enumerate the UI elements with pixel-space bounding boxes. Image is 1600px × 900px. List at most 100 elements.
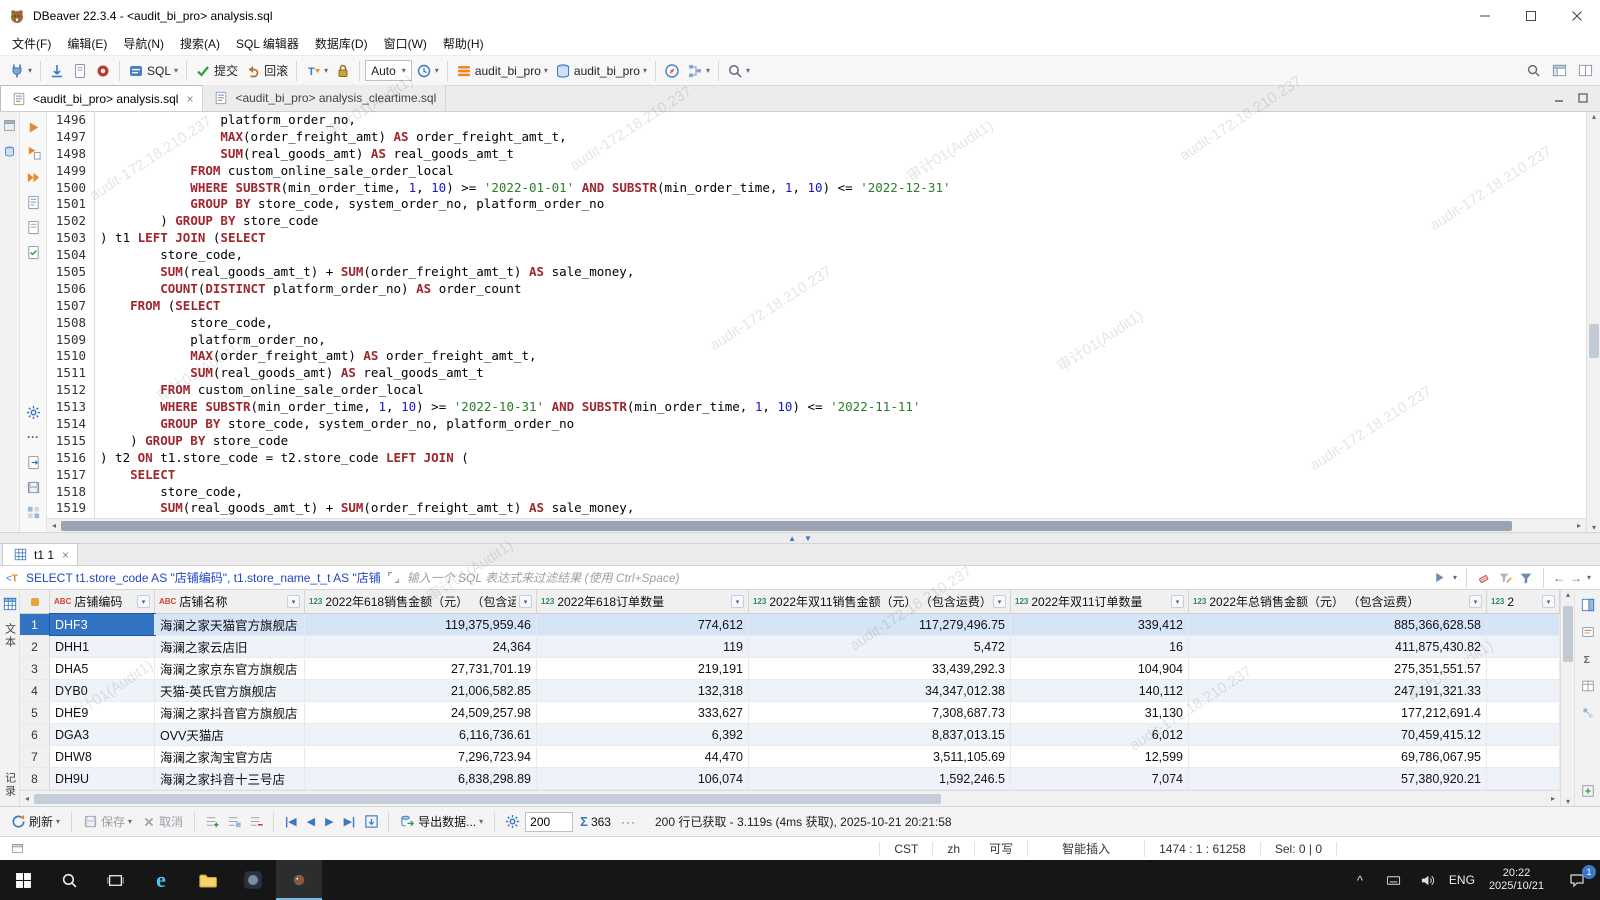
add-panel-icon[interactable] xyxy=(1579,782,1597,800)
editor-settings-button[interactable] xyxy=(24,403,42,421)
last-row-button[interactable]: ▶| xyxy=(341,815,359,828)
grid-cell[interactable]: 70,459,415.12 xyxy=(1189,724,1487,745)
grid-cell[interactable]: 411,875,430.82 xyxy=(1189,636,1487,657)
grid-cell[interactable]: 海澜之家淘宝官方店 xyxy=(155,746,305,767)
row-number[interactable]: 7 xyxy=(20,746,50,767)
grid-cell[interactable]: 24,364 xyxy=(305,636,537,657)
scroll-right-icon[interactable]: ▸ xyxy=(1572,521,1586,530)
filter-history-forward-button[interactable]: → xyxy=(1570,571,1582,585)
grid-cell[interactable]: 海澜之家抖音十三号店 xyxy=(155,768,305,789)
calc-panel-icon[interactable]: Σ xyxy=(1579,650,1597,668)
grid-cell[interactable]: OVV天猫店 xyxy=(155,724,305,745)
menu-search[interactable]: 搜索(A) xyxy=(172,32,228,55)
column-filter-button[interactable]: ▾ xyxy=(287,595,300,608)
code-line[interactable]: FROM custom_online_sale_order_local xyxy=(100,382,1586,399)
grouping-panel-icon[interactable] xyxy=(1579,704,1597,722)
row-number[interactable]: 4 xyxy=(20,680,50,701)
scroll-right-icon[interactable]: ▸ xyxy=(1546,794,1560,803)
grid-cell[interactable]: 24,509,257.98 xyxy=(305,702,537,723)
column-filter-button[interactable]: ▾ xyxy=(993,595,1006,608)
code-line[interactable]: MAX(order_freight_amt) AS order_freight_… xyxy=(100,129,1586,146)
row-number[interactable]: 5 xyxy=(20,702,50,723)
code-line[interactable]: platform_order_no, xyxy=(100,112,1586,129)
commit-button[interactable]: 提交 xyxy=(192,60,241,81)
grid-cell[interactable]: 117,279,496.75 xyxy=(749,614,1011,635)
column-filter-button[interactable]: ▾ xyxy=(1171,595,1184,608)
code-line[interactable]: store_code, xyxy=(100,315,1586,332)
menu-database[interactable]: 数据库(D) xyxy=(307,32,376,55)
grid-cell[interactable]: 1,592,246.5 xyxy=(749,768,1011,789)
grid-cell[interactable]: 44,470 xyxy=(537,746,749,767)
status-insert-mode[interactable]: 智能插入 xyxy=(1028,840,1145,857)
grid-cell[interactable]: 31,130 xyxy=(1011,702,1189,723)
result-settings-button[interactable] xyxy=(503,813,521,831)
code-line[interactable]: FROM (SELECT xyxy=(100,298,1586,315)
grid-cell[interactable]: 7,296,723.94 xyxy=(305,746,537,767)
input-language-button[interactable]: ENG xyxy=(1445,860,1479,900)
filter-query-text[interactable]: SELECT t1.store_code AS "店铺编码", t1.store… xyxy=(26,569,381,586)
script-log-button[interactable] xyxy=(24,218,42,236)
editor-layout-icon[interactable] xyxy=(1576,62,1594,80)
rollback-button[interactable]: 回滚 xyxy=(242,60,291,81)
column-filter-button[interactable]: ▾ xyxy=(1542,595,1555,608)
grid-cell[interactable]: 34,347,012.38 xyxy=(749,680,1011,701)
menu-file[interactable]: 文件(F) xyxy=(4,32,59,55)
next-row-button[interactable]: ▶ xyxy=(322,815,336,828)
fetch-page-button[interactable] xyxy=(362,813,380,831)
grid-cell[interactable]: 333,627 xyxy=(537,702,749,723)
row-number[interactable]: 8 xyxy=(20,768,50,789)
editor-vertical-scrollbar[interactable]: ▴ ▾ xyxy=(1586,112,1600,532)
grid-cell[interactable] xyxy=(1487,746,1560,767)
minimize-button[interactable] xyxy=(1462,0,1508,32)
execute-statement-button[interactable] xyxy=(24,118,42,136)
grid-cell[interactable]: 海澜之家抖音官方旗舰店 xyxy=(155,702,305,723)
text-view-toggle[interactable]: 文本 xyxy=(2,623,18,649)
erase-filter-button[interactable] xyxy=(1476,571,1492,585)
open-perspective-icon[interactable] xyxy=(1550,62,1568,80)
grid-cell[interactable]: DHW8 xyxy=(50,746,155,767)
code-line[interactable]: GROUP BY store_code, system_order_no, pl… xyxy=(100,416,1586,433)
code-area[interactable]: platform_order_no,MAX(order_freight_amt)… xyxy=(95,112,1586,518)
grid-cell[interactable]: 6,392 xyxy=(537,724,749,745)
grid-view-toggle[interactable] xyxy=(1,595,19,613)
grid-cell[interactable]: 140,112 xyxy=(1011,680,1189,701)
recent-script-button[interactable] xyxy=(92,61,114,81)
filter-input[interactable]: 输入一个 SQL 表达式来过滤结果 (使用 Ctrl+Space) xyxy=(407,569,1427,586)
search-metadata-button[interactable]: ▾ xyxy=(724,61,753,81)
start-button[interactable] xyxy=(0,860,46,900)
save-button[interactable]: 保存 ▾ xyxy=(80,811,135,832)
column-header-7[interactable]: 1232022年总销售金额（元） （包含运费）▾ xyxy=(1189,590,1487,613)
menu-edit[interactable]: 编辑(E) xyxy=(59,32,115,55)
scroll-down-icon[interactable]: ▾ xyxy=(1561,797,1575,806)
scrollbar-thumb[interactable] xyxy=(34,794,941,804)
taskbar-search-button[interactable] xyxy=(46,860,92,900)
editor-tab-1[interactable]: <audit_bi_pro> analysis.sql× xyxy=(0,85,203,111)
result-tab[interactable]: t1 1 × xyxy=(2,543,78,565)
grid-cell[interactable]: 海澜之家京东官方旗舰店 xyxy=(155,658,305,679)
grid-cell[interactable]: 69,786,067.95 xyxy=(1189,746,1487,767)
column-filter-button[interactable]: ▾ xyxy=(1469,595,1482,608)
grid-cell[interactable]: 海澜之家云店旧 xyxy=(155,636,305,657)
scroll-up-icon[interactable]: ▴ xyxy=(1561,590,1575,599)
expand-filter-icon[interactable] xyxy=(386,571,402,584)
panels-toggle-icon[interactable] xyxy=(1579,596,1597,614)
scroll-up-icon[interactable]: ▴ xyxy=(1587,112,1600,121)
task-view-button[interactable] xyxy=(92,860,138,900)
new-connection-button[interactable]: ▾ xyxy=(6,61,35,81)
code-line[interactable]: MAX(order_freight_amt) AS order_freight_… xyxy=(100,348,1586,365)
grid-cell[interactable]: 27,731,701.19 xyxy=(305,658,537,679)
code-line[interactable]: SUM(real_goods_amt_t) + SUM(order_freigh… xyxy=(100,264,1586,281)
lock-icon[interactable] xyxy=(332,61,354,81)
sash-down-icon[interactable]: ▼ xyxy=(804,534,812,543)
menu-sql-editor[interactable]: SQL 编辑器 xyxy=(228,32,307,55)
filter-history-back-button[interactable]: ← xyxy=(1553,571,1565,585)
grid-cell[interactable]: DH9U xyxy=(50,768,155,789)
grid-cell[interactable] xyxy=(1487,768,1560,789)
grid-cell[interactable]: 8,837,013.15 xyxy=(749,724,1011,745)
code-line[interactable]: ) t1 LEFT JOIN (SELECT xyxy=(100,230,1586,247)
grid-cell[interactable]: 6,012 xyxy=(1011,724,1189,745)
app-taskbar-icon[interactable] xyxy=(230,860,276,900)
grid-cell[interactable]: 119 xyxy=(537,636,749,657)
grid-cell[interactable]: 219,191 xyxy=(537,658,749,679)
grid-cell[interactable] xyxy=(1487,636,1560,657)
